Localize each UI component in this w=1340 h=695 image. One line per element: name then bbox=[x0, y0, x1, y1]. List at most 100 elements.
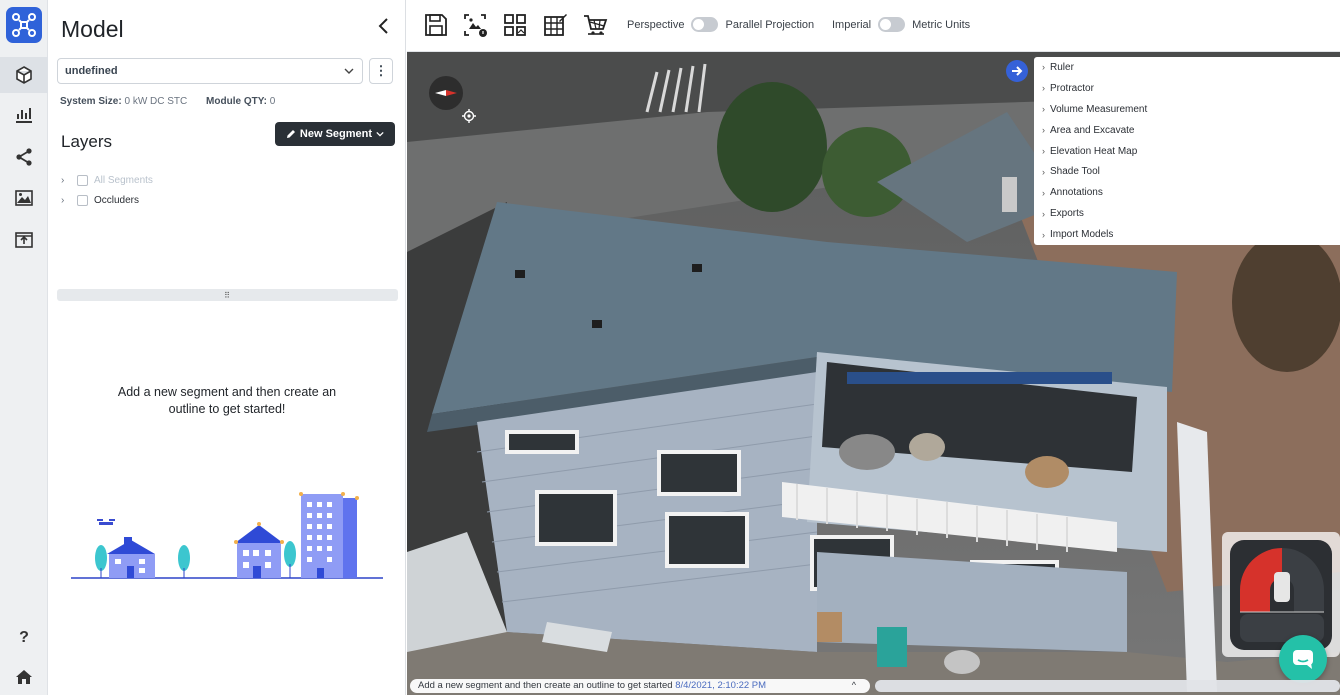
tool-label: Annotations bbox=[1050, 187, 1103, 199]
crosshair-icon bbox=[462, 109, 476, 123]
model-panel: Model undefined ⋮ System Size: 0 kW DC S… bbox=[49, 0, 406, 695]
grid-layout-icon bbox=[504, 14, 526, 36]
tool-shade-tool[interactable]: › Shade Tool bbox=[1034, 161, 1340, 182]
tool-label: Shade Tool bbox=[1050, 166, 1100, 178]
model-options-button[interactable]: ⋮ bbox=[369, 58, 393, 84]
layout-button[interactable] bbox=[502, 12, 528, 38]
image-settings-icon bbox=[464, 14, 487, 37]
horizontal-scrollbar[interactable] bbox=[875, 680, 1340, 692]
new-segment-label: New Segment bbox=[299, 128, 373, 140]
chevron-right-icon: › bbox=[1042, 62, 1045, 73]
empty-state-illustration bbox=[71, 492, 383, 579]
chevron-down-icon bbox=[376, 131, 384, 137]
units-toggle-group: Imperial Metric Units bbox=[832, 17, 970, 32]
tree-row-occluders[interactable]: › Occluders bbox=[61, 192, 139, 208]
rail-item-reports[interactable] bbox=[0, 97, 48, 133]
help-button[interactable]: ? bbox=[0, 620, 48, 656]
cart-icon bbox=[584, 15, 608, 35]
projection-toggle[interactable] bbox=[691, 17, 719, 32]
chevron-left-icon bbox=[378, 18, 388, 34]
tools-toggle-button[interactable] bbox=[1006, 60, 1028, 82]
module-qty-label: Module QTY: bbox=[206, 96, 267, 107]
checkbox[interactable] bbox=[77, 194, 88, 206]
status-timestamp: 8/4/2021, 2:10:22 PM bbox=[675, 680, 767, 691]
rail-item-model[interactable] bbox=[0, 57, 48, 93]
tool-label: Exports bbox=[1050, 208, 1084, 220]
parallel-projection-label: Parallel Projection bbox=[725, 18, 815, 31]
tools-panel: › Ruler › Protractor › Volume Measurement ›… bbox=[1034, 57, 1340, 245]
bar-chart-icon bbox=[16, 108, 32, 123]
chevron-right-icon: › bbox=[1042, 229, 1045, 240]
chevron-right-icon: › bbox=[1042, 83, 1045, 94]
metric-units-label: Metric Units bbox=[912, 18, 971, 31]
panel-title: Model bbox=[61, 16, 124, 42]
chevron-right-icon: › bbox=[1042, 187, 1045, 198]
tool-annotations[interactable]: › Annotations bbox=[1034, 182, 1340, 203]
compass-icon bbox=[435, 90, 457, 96]
expand-status-button[interactable]: ^ bbox=[852, 680, 856, 690]
expand-arrow-icon[interactable]: › bbox=[61, 195, 71, 206]
arrow-right-icon bbox=[1012, 66, 1023, 76]
chevron-right-icon: › bbox=[1042, 104, 1045, 115]
3d-viewport[interactable]: › Ruler › Protractor › Volume Measurement ›… bbox=[407, 52, 1340, 695]
rail-item-share[interactable] bbox=[0, 139, 48, 175]
tool-label: Import Models bbox=[1050, 229, 1114, 241]
chat-icon bbox=[1293, 650, 1313, 669]
system-stats: System Size: 0 kW DC STC Module QTY: 0 bbox=[60, 96, 275, 107]
save-button[interactable] bbox=[423, 12, 449, 38]
tool-label: Protractor bbox=[1050, 82, 1094, 94]
cube-icon bbox=[16, 66, 32, 84]
edit-grid-icon bbox=[544, 14, 567, 36]
collapse-panel-button[interactable] bbox=[374, 16, 394, 36]
perspective-label: Perspective bbox=[627, 18, 685, 31]
chevron-right-icon: › bbox=[1042, 208, 1045, 219]
rail-item-images[interactable] bbox=[0, 180, 48, 216]
chevron-right-icon: › bbox=[1042, 146, 1045, 156]
model-select[interactable]: undefined bbox=[57, 58, 363, 84]
tool-label: Volume Measurement bbox=[1050, 103, 1148, 115]
chat-button[interactable] bbox=[1279, 635, 1327, 683]
tool-area-and-excavate[interactable]: › Area and Excavate bbox=[1034, 120, 1340, 141]
tool-protractor[interactable]: › Protractor bbox=[1034, 78, 1340, 99]
checkbox[interactable] bbox=[77, 174, 88, 186]
edit-grid-button[interactable] bbox=[542, 12, 568, 38]
projection-toggle-group: Perspective Parallel Projection bbox=[627, 17, 814, 32]
share-icon bbox=[16, 148, 32, 166]
status-bar: Add a new segment and then create an out… bbox=[410, 679, 870, 693]
model-select-value: undefined bbox=[65, 65, 118, 77]
home-icon bbox=[16, 670, 32, 684]
tool-volume-measurement[interactable]: › Volume Measurement bbox=[1034, 99, 1340, 120]
left-rail: ? bbox=[0, 0, 48, 695]
orbit-control-icon bbox=[1230, 540, 1332, 650]
image-settings-button[interactable] bbox=[462, 12, 488, 38]
units-toggle[interactable] bbox=[878, 17, 906, 32]
chevron-down-icon bbox=[344, 68, 354, 74]
navigation-widget[interactable] bbox=[1222, 532, 1340, 657]
tool-ruler[interactable]: › Ruler bbox=[1034, 57, 1340, 78]
tree-label: All Segments bbox=[94, 174, 153, 186]
system-size-value: 0 kW DC STC bbox=[124, 96, 188, 107]
tool-exports[interactable]: › Exports bbox=[1034, 203, 1340, 224]
compass-widget[interactable] bbox=[429, 76, 463, 110]
image-icon bbox=[15, 190, 33, 206]
tree-label: Occluders bbox=[94, 194, 140, 206]
chevron-right-icon: › bbox=[1042, 166, 1045, 177]
tree-row-all-segments[interactable]: › All Segments bbox=[61, 172, 153, 188]
panel-resize-handle[interactable]: ⠿ bbox=[57, 289, 398, 301]
upload-icon bbox=[15, 232, 33, 248]
tool-import-models[interactable]: › Import Models bbox=[1034, 224, 1340, 245]
expand-arrow-icon[interactable]: › bbox=[61, 175, 71, 186]
imperial-label: Imperial bbox=[832, 18, 872, 31]
top-toolbar: Perspective Parallel Projection Imperial… bbox=[407, 0, 1340, 52]
cart-button[interactable] bbox=[582, 12, 608, 38]
home-button[interactable] bbox=[0, 659, 48, 695]
rail-item-upload[interactable] bbox=[0, 222, 48, 258]
app-logo[interactable] bbox=[6, 7, 42, 43]
chevron-right-icon: › bbox=[1042, 125, 1045, 136]
save-icon bbox=[425, 14, 447, 36]
tool-elevation-heat-map[interactable]: › Elevation Heat Map bbox=[1034, 141, 1340, 162]
system-size-label: System Size: bbox=[60, 96, 122, 107]
tool-label: Area and Excavate bbox=[1050, 124, 1135, 136]
new-segment-button[interactable]: New Segment bbox=[275, 122, 395, 146]
locate-button[interactable] bbox=[462, 109, 476, 123]
